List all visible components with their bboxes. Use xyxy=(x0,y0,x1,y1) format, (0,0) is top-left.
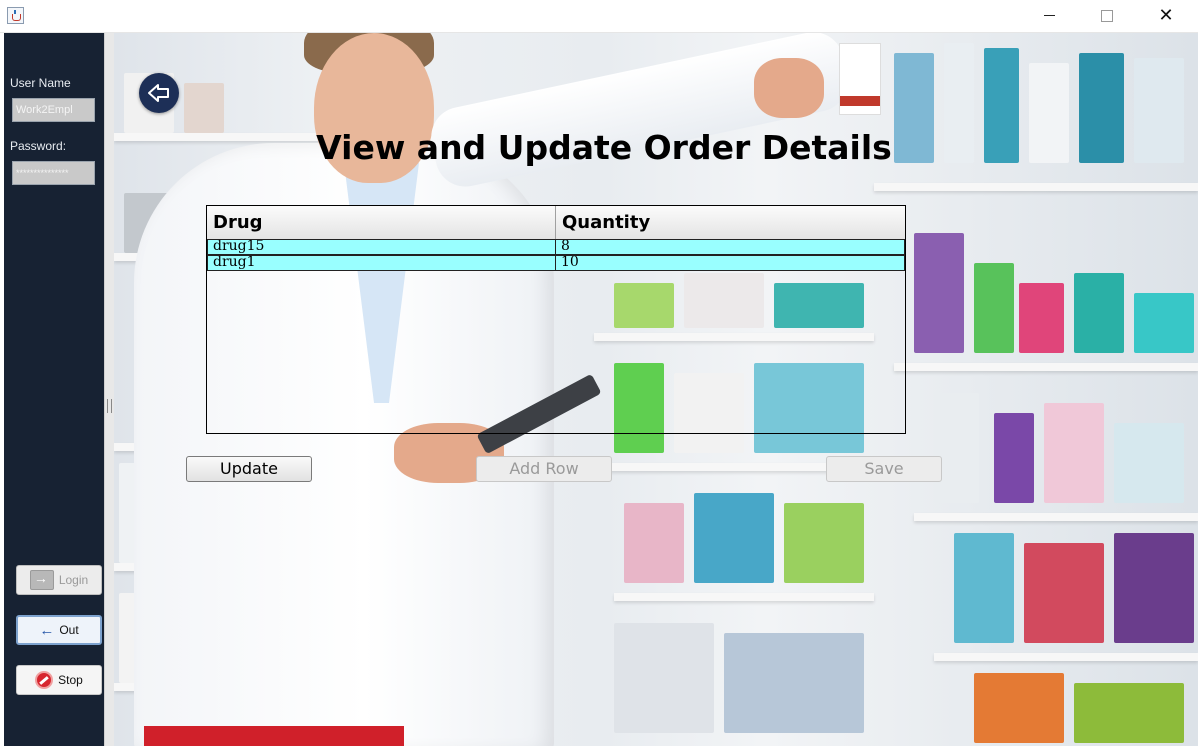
login-button[interactable]: Login xyxy=(16,565,102,595)
password-field[interactable]: *************** xyxy=(12,161,95,185)
stop-icon xyxy=(35,671,54,689)
stop-button-label: Stop xyxy=(58,673,83,687)
add-row-button[interactable]: Add Row xyxy=(476,456,612,482)
save-button[interactable]: Save xyxy=(826,456,942,482)
table-row[interactable]: drug15 8 xyxy=(207,239,905,255)
back-arrow-icon xyxy=(148,84,169,102)
drug-cell[interactable]: drug15 xyxy=(208,240,556,254)
order-details-table[interactable]: Drug Quantity drug15 8 drug1 10 xyxy=(206,205,906,434)
maximize-button[interactable] xyxy=(1084,0,1130,32)
out-button[interactable]: ← Out xyxy=(16,615,102,645)
table-header: Drug Quantity xyxy=(207,206,905,240)
back-button[interactable] xyxy=(139,73,179,113)
close-button[interactable]: ✕ xyxy=(1143,0,1189,32)
minimize-button[interactable] xyxy=(1026,0,1072,32)
update-button[interactable]: Update xyxy=(186,456,312,482)
column-header-quantity[interactable]: Quantity xyxy=(556,206,905,239)
window-titlebar: ✕ xyxy=(0,0,1198,33)
stop-button[interactable]: Stop xyxy=(16,665,102,695)
java-app-icon xyxy=(7,7,24,24)
password-label: Password: xyxy=(10,139,67,153)
username-field[interactable]: Work2Empl xyxy=(12,98,95,122)
quantity-cell[interactable]: 10 xyxy=(556,256,904,270)
username-label: User Name xyxy=(10,76,71,90)
login-button-label: Login xyxy=(58,573,89,587)
divider-grip[interactable] xyxy=(107,399,112,413)
page-title: View and Update Order Details xyxy=(316,128,892,167)
out-button-label: Out xyxy=(59,623,79,637)
login-sidebar: User Name Work2Empl Password: **********… xyxy=(4,33,104,746)
quantity-cell[interactable]: 8 xyxy=(556,240,904,254)
login-arrow-icon xyxy=(29,570,54,590)
table-row[interactable]: drug1 10 xyxy=(207,255,905,271)
out-arrow-icon: ← xyxy=(39,621,55,639)
column-header-drug[interactable]: Drug xyxy=(207,206,556,239)
drug-cell[interactable]: drug1 xyxy=(208,256,556,270)
